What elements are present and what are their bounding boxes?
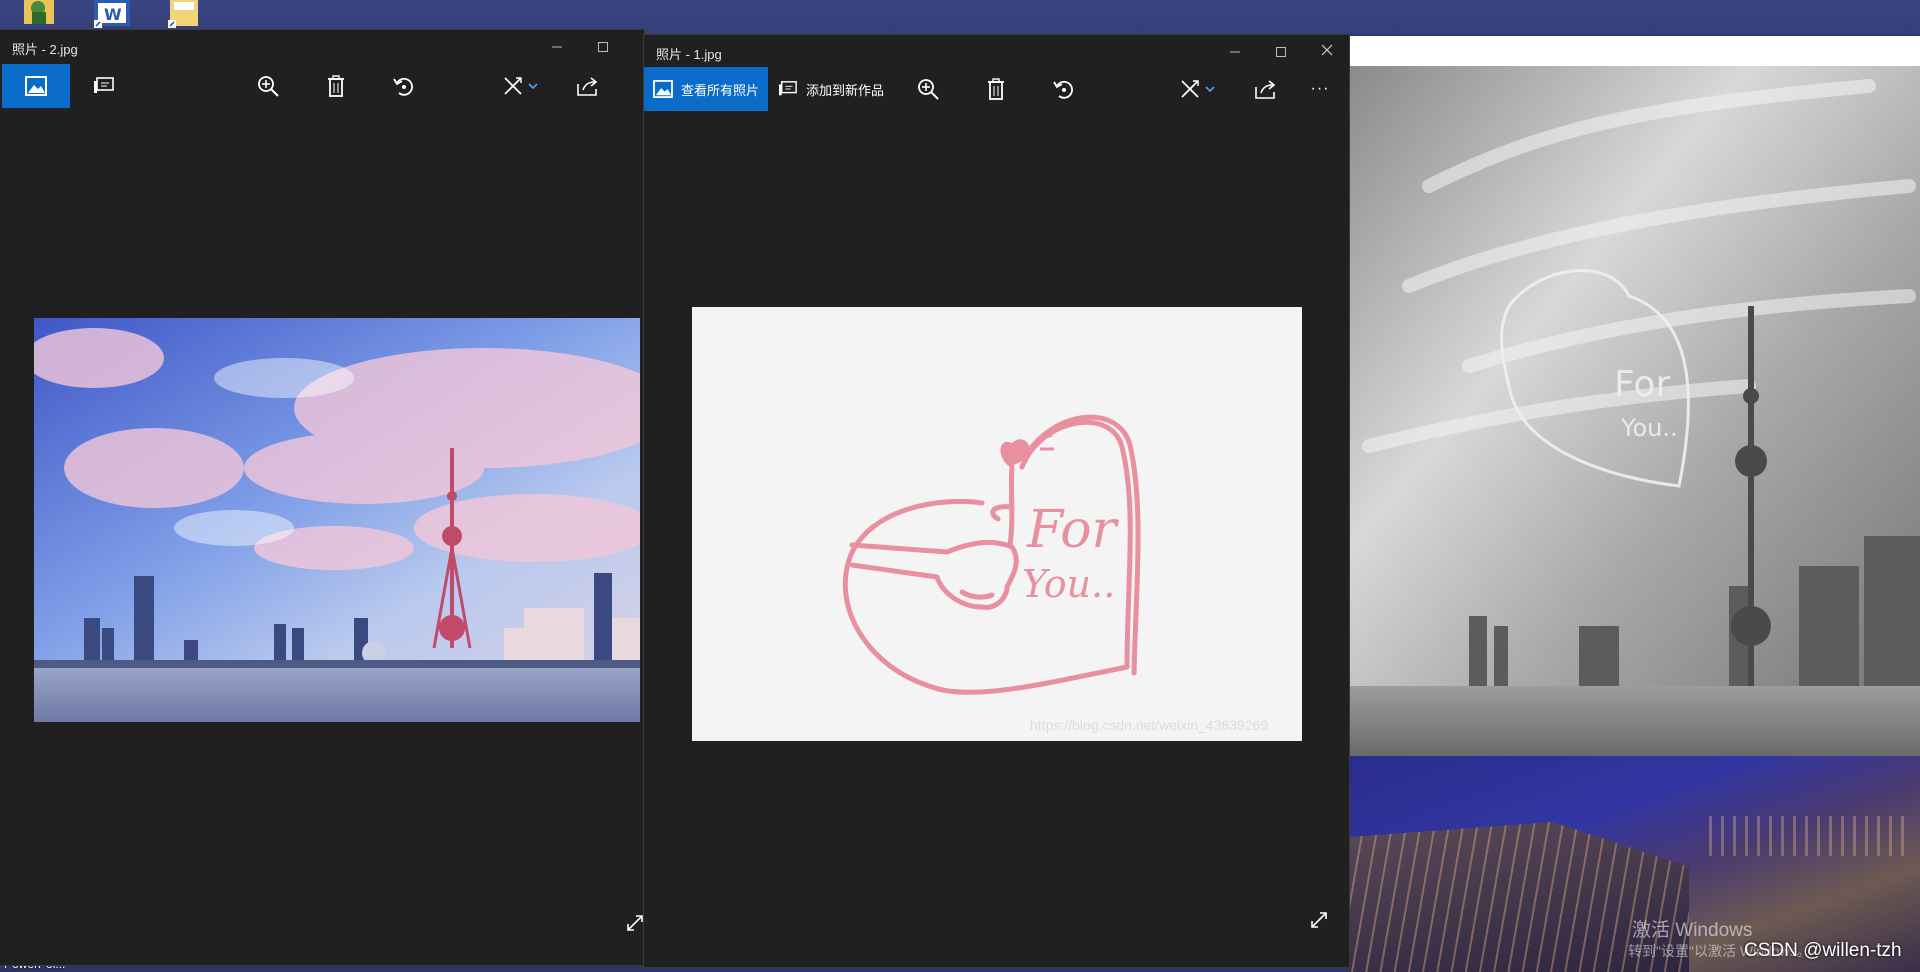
toolbar: 查看所有照片 添加到新作品 ··· (644, 67, 1349, 111)
rotate-button[interactable] (382, 64, 426, 108)
svg-text:You..: You.. (1620, 414, 1678, 442)
view-all-photos-button[interactable]: 查看所有照片 (644, 67, 768, 111)
rotate-icon (1053, 78, 1075, 100)
title-bar[interactable]: 照片 - 1.jpg (644, 35, 1349, 69)
delete-button[interactable] (314, 64, 358, 108)
close-button[interactable] (1304, 35, 1350, 69)
toolbar (0, 64, 644, 108)
image-watermark: https://blog.csdn.net/weixin_43639269 (1030, 717, 1269, 733)
rotate-button[interactable] (1042, 67, 1086, 111)
svg-text:W: W (104, 5, 122, 24)
grayscale-image-window: For You.. (1349, 36, 1920, 756)
image-icon (653, 80, 673, 98)
expand-icon (1309, 910, 1329, 935)
you-text: You.. (1022, 562, 1115, 606)
desktop-folder-shortcut-icon[interactable] (164, 0, 204, 28)
minimize-button[interactable] (1212, 35, 1258, 69)
edit-icon (502, 75, 524, 97)
trash-icon (327, 75, 345, 97)
share-icon (577, 76, 599, 96)
zoom-in-button[interactable] (906, 67, 950, 111)
chevron-down-icon (528, 83, 538, 89)
heart-drawing: For You.. (842, 414, 1141, 695)
desktop-word-shortcut-icon[interactable]: W (88, 0, 130, 28)
activation-title: 激活 Windows (1632, 920, 1753, 941)
desktop-folder-icon[interactable] (20, 0, 60, 28)
edit-create-button[interactable] (1172, 67, 1222, 111)
close-icon (1321, 43, 1333, 61)
add-to-creation-button[interactable] (82, 64, 126, 108)
slideshow-icon (778, 80, 798, 98)
trash-icon (987, 78, 1005, 100)
window-title: 照片 - 1.jpg (656, 47, 722, 62)
add-to-creation-label: 添加到新作品 (805, 82, 884, 98)
share-button[interactable] (1244, 67, 1288, 111)
delete-button[interactable] (974, 67, 1018, 111)
fullscreen-button[interactable] (1304, 907, 1334, 937)
for-you-heart-image: For You.. https://blog.csdn.net/weixin_4… (692, 307, 1302, 741)
photos-window-2: 照片 - 2.jpg (0, 30, 644, 965)
for-text: For (1026, 500, 1120, 560)
rotate-icon (393, 75, 415, 97)
add-to-creation-button[interactable]: 添加到新作品 (776, 67, 886, 111)
grayscale-skyline-image: For You.. (1349, 66, 1920, 756)
grayscale-window-header (1349, 36, 1920, 66)
view-all-photos-button[interactable] (2, 64, 70, 108)
svg-text:For: For (1614, 364, 1670, 405)
photos-window-1: 照片 - 1.jpg 查看所有照片 添加到新作品 ··· For You.. h… (644, 35, 1349, 967)
maximize-button[interactable] (1258, 35, 1304, 69)
minimize-button[interactable] (534, 30, 580, 64)
maximize-button[interactable] (580, 30, 626, 64)
desktop-top-area (0, 0, 1920, 34)
zoom-in-icon (917, 78, 939, 100)
zoom-in-button[interactable] (246, 64, 290, 108)
edit-icon (1179, 78, 1201, 100)
image-icon (25, 76, 47, 96)
csdn-watermark: CSDN @willen-tzh (1744, 940, 1902, 961)
slideshow-icon (93, 76, 115, 96)
view-all-photos-label: 查看所有照片 (680, 82, 759, 98)
zoom-in-icon (257, 75, 279, 97)
share-button[interactable] (566, 64, 610, 108)
window-title: 照片 - 2.jpg (12, 42, 78, 57)
skyline-photo (34, 318, 640, 722)
more-options-button[interactable]: ··· (1298, 67, 1342, 111)
share-icon (1255, 79, 1277, 99)
title-bar[interactable]: 照片 - 2.jpg (0, 30, 644, 64)
chevron-down-icon (1205, 86, 1215, 92)
edit-create-button[interactable] (496, 64, 544, 108)
expand-icon (625, 913, 645, 938)
